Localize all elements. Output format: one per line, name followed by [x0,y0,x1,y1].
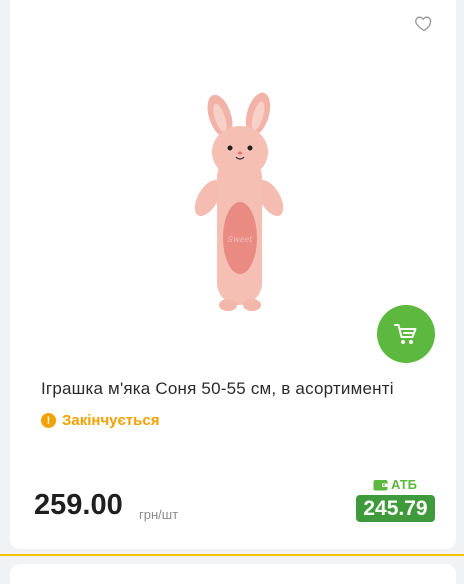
heart-outline-icon [415,16,432,32]
shopping-cart-icon [394,324,417,344]
atb-card-label: АТБ [373,477,417,492]
next-product-card[interactable] [10,564,456,584]
favorite-button[interactable] [414,13,434,33]
svg-text:Sweet: Sweet [227,235,253,244]
atb-price: 245.79 [356,495,435,522]
price-unit: грн/шт [139,507,179,522]
product-image[interactable]: Sweet [160,90,320,320]
pink-bunny-plush-image: Sweet [194,92,284,311]
price: 259.00 [34,489,123,521]
atb-label-text: АТБ [391,477,418,492]
add-to-cart-button[interactable] [377,305,435,363]
product-title[interactable]: Іграшка м'яка Соня 50-55 см, в асортимен… [41,379,441,399]
product-card[interactable]: Sweet Іграшка м'яка Соня 50-55 см, в асо… [10,0,456,549]
divider [0,554,464,556]
stock-status: ! Закінчується [41,412,159,429]
exclamation-icon: ! [41,413,56,428]
wallet-icon [373,479,388,490]
status-text: Закінчується [62,412,160,429]
